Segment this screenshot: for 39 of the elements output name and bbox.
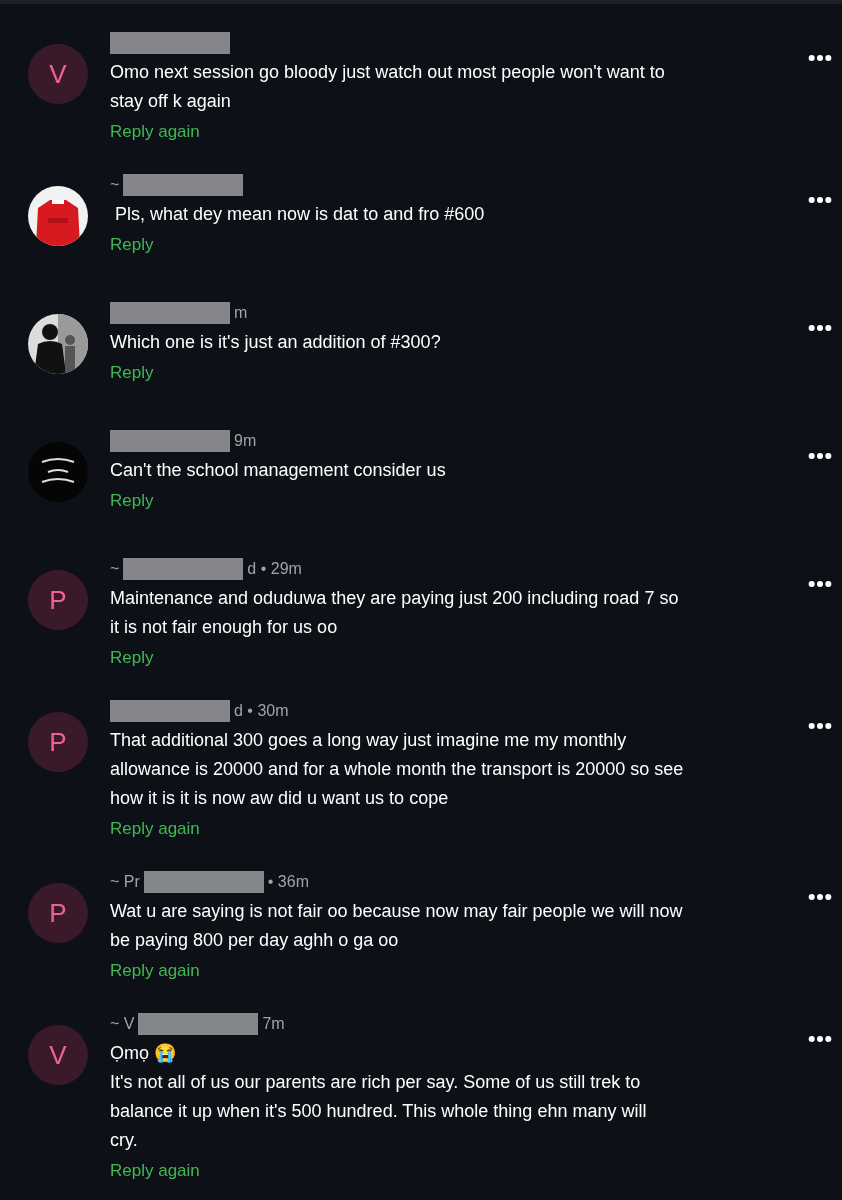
comment-text: Wat u are saying is not fair oo because now may fair people we will now be paying 800 per day aghh o ga oo [110, 900, 684, 952]
reply-link[interactable]: Reply again [110, 1157, 200, 1185]
more-options-icon[interactable] [808, 1035, 832, 1043]
reply-link[interactable]: Reply [110, 487, 154, 515]
timestamp: m [234, 304, 248, 322]
more-options-icon[interactable] [808, 580, 832, 588]
author-name: ~ [110, 560, 120, 578]
author-name: ~ Pr [110, 873, 140, 891]
reply-link[interactable]: Reply [110, 231, 154, 259]
comment-text: Pls, what dey mean now is dat to and fro #600 [114, 203, 486, 226]
more-options-icon[interactable] [808, 722, 832, 730]
more-options-icon[interactable] [808, 452, 832, 460]
reply-link[interactable]: Reply again [110, 118, 200, 146]
timestamp: 9m [234, 432, 257, 450]
comment-text: That additional 300 goes a long way just imagine me my monthly allowance is 20000 and for a whole month the transport is 20000 so see how it is it is now aw did u want us to cope [110, 729, 685, 810]
more-options-icon[interactable] [808, 893, 832, 901]
avatar[interactable]: V [28, 1025, 88, 1085]
more-options-icon[interactable] [808, 54, 832, 62]
timestamp: • 36m [267, 873, 309, 891]
comment-text: Can't the school management consider us [110, 459, 447, 482]
avatar[interactable]: P [28, 570, 88, 630]
more-options-icon[interactable] [808, 196, 832, 204]
avatar[interactable]: V [28, 44, 88, 104]
timestamp: d • 29m [247, 560, 302, 578]
timestamp: d • 30m [234, 702, 289, 720]
author-name: ~ [110, 176, 120, 194]
reply-link[interactable]: Reply again [110, 957, 200, 985]
reply-link[interactable]: Reply [110, 644, 154, 672]
reply-link[interactable]: Reply [110, 359, 154, 387]
more-options-icon[interactable] [808, 324, 832, 332]
comment-text: Ọmọ 😭 It's not all of us our parents are rich per say. Some of us still trek to balance it up when it's 500 hundred. This whole thing ehn many will cry. [110, 1042, 648, 1152]
comment-text: Omo next session go bloody just watch out most people won't want to stay off k again [110, 61, 666, 113]
author-name: ~ V [110, 1015, 135, 1033]
avatar[interactable]: P [28, 883, 88, 943]
avatar[interactable]: P [28, 712, 88, 772]
comment-text: Which one is it's just an addition of #300? [110, 331, 442, 354]
timestamp: 7m [262, 1015, 285, 1033]
reply-link[interactable]: Reply again [110, 815, 200, 843]
comment-text: Maintenance and oduduwa they are paying just 200 including road 7 so it is not fair enough for us oo [110, 587, 680, 639]
